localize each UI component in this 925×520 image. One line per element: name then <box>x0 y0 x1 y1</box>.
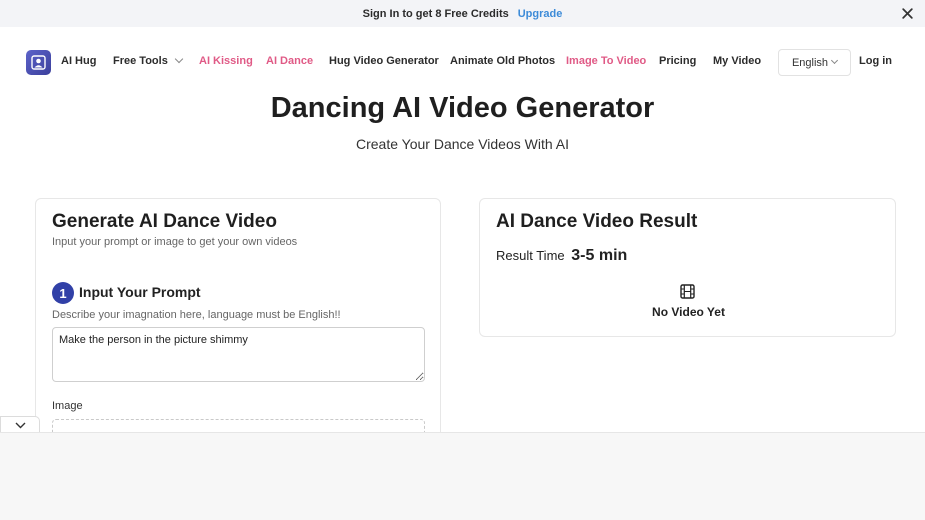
ad-banner[interactable] <box>0 432 925 520</box>
language-select[interactable]: English <box>778 49 851 76</box>
step-desc: Describe your imagnation here, language … <box>52 309 341 321</box>
nav-ai-dance[interactable]: AI Dance <box>266 55 313 67</box>
generate-desc: Input your prompt or image to get your o… <box>52 236 298 248</box>
nav-animate-old-photos[interactable]: Animate Old Photos <box>450 55 555 67</box>
nav-pricing[interactable]: Pricing <box>659 55 696 67</box>
ad-collapse-toggle[interactable] <box>0 416 40 433</box>
result-time: Result Time 3-5 min <box>496 247 627 265</box>
close-icon[interactable] <box>901 7 914 20</box>
nav-image-to-video[interactable]: Image To Video <box>566 55 646 67</box>
nav-brand[interactable]: AI Hug <box>61 55 96 67</box>
language-label: English <box>791 56 829 69</box>
navbar: AI Hug Free Tools AI Kissing AI Dance Hu… <box>0 27 925 97</box>
nav-free-tools[interactable]: Free Tools <box>113 54 184 67</box>
result-card: AI Dance Video Result Result Time 3-5 mi… <box>479 198 896 337</box>
promo-text: Sign In to get 8 Free Credits <box>362 7 509 20</box>
page-title: Dancing AI Video Generator <box>270 92 655 124</box>
no-video-text: No Video Yet <box>652 305 725 319</box>
generate-title: Generate AI Dance Video <box>52 211 277 232</box>
login-button[interactable]: Log in <box>859 55 892 67</box>
upgrade-link[interactable]: Upgrade <box>518 8 563 20</box>
nav-free-tools-label: Free Tools <box>113 55 168 67</box>
nav-hug-video-generator[interactable]: Hug Video Generator <box>329 55 439 67</box>
prompt-input[interactable] <box>52 327 425 382</box>
nav-my-video[interactable]: My Video <box>713 55 761 67</box>
page-subtitle: Create Your Dance Videos With AI <box>356 136 569 152</box>
result-title: AI Dance Video Result <box>496 211 698 232</box>
step-title: Input Your Prompt <box>79 284 201 300</box>
logo-icon[interactable] <box>26 50 51 75</box>
nav-ai-kissing[interactable]: AI Kissing <box>199 55 253 67</box>
promo-banner: Sign In to get 8 Free Credits Upgrade <box>0 0 925 27</box>
image-label: Image <box>52 400 83 412</box>
step-badge: 1 <box>52 282 74 304</box>
chevron-down-icon <box>15 422 25 428</box>
result-time-value: 3-5 min <box>571 247 628 264</box>
result-time-label: Result Time <box>496 248 565 263</box>
chevron-down-icon <box>174 54 184 64</box>
chevron-down-icon <box>830 56 839 65</box>
film-icon <box>680 284 695 299</box>
